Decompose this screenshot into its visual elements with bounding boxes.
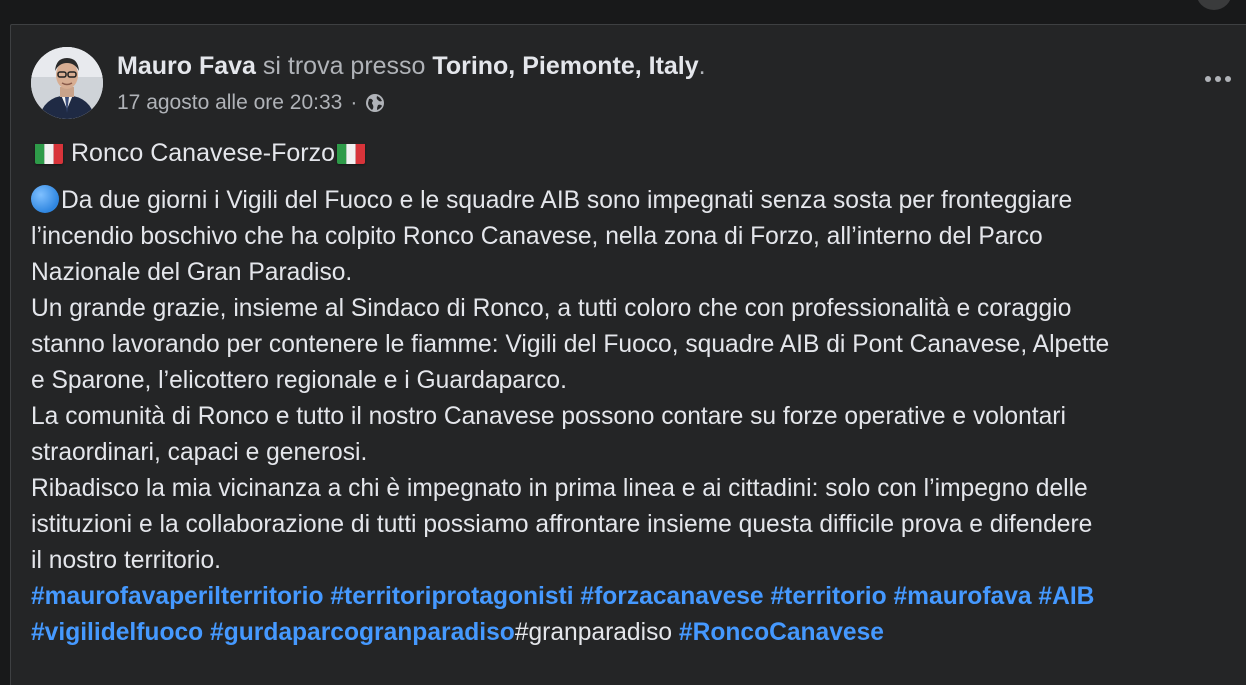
more-dot-icon	[1205, 76, 1211, 82]
body-line: La comunità di Ronco e tutto il nostro C…	[31, 403, 1066, 430]
hashtag-link[interactable]: #maurofava	[893, 583, 1031, 610]
hashtag-plain: #granparadiso	[514, 619, 673, 646]
meta-separator: ·	[350, 91, 358, 114]
more-options-button[interactable]	[1200, 69, 1236, 89]
post-body: Da due giorni i Vigili del Fuoco e le sq…	[31, 183, 1246, 651]
body-line: istituzioni e la collaborazione di tutti…	[31, 511, 1093, 538]
body-line: Da due giorni i Vigili del Fuoco e le sq…	[31, 183, 1246, 219]
location-prefix: si trova presso	[262, 52, 426, 80]
top-avatar-partial[interactable]	[1196, 0, 1232, 10]
more-dot-icon	[1225, 76, 1231, 82]
body-line: Un grande grazie, insieme al Sindaco di …	[31, 295, 1072, 322]
body-line: Nazionale del Gran Paradiso.	[31, 259, 353, 286]
hashtag-line: #vigilidelfuoco #gurdaparcogranparadiso#…	[31, 615, 1246, 651]
author-avatar[interactable]	[31, 47, 103, 119]
globe-icon[interactable]	[365, 93, 385, 113]
hashtag-link[interactable]: #AIB	[1038, 583, 1094, 610]
body-line: il nostro territorio.	[31, 547, 221, 574]
hashtag-link[interactable]: #RoncoCanavese	[679, 619, 884, 646]
body-line: straordinari, capaci e generosi.	[31, 439, 368, 466]
top-strip	[0, 0, 1246, 24]
avatar-photo-icon	[31, 47, 103, 119]
location-suffix: .	[698, 52, 706, 80]
hashtag-link[interactable]: #territoriprotagonisti	[330, 583, 573, 610]
hashtag-link[interactable]: #forzacanavese	[580, 583, 763, 610]
body-line-text: Da due giorni i Vigili del Fuoco e le sq…	[61, 187, 1073, 214]
post-header: Mauro Fava si trova presso Torino, Piemo…	[117, 50, 706, 82]
italy-flag-icon	[337, 142, 366, 164]
post-card: Mauro Fava si trova presso Torino, Piemo…	[10, 24, 1246, 685]
more-dot-icon	[1215, 76, 1221, 82]
hashtag-line: #maurofavaperilterritorio #territoriprot…	[31, 579, 1246, 615]
blue-circle-icon	[31, 185, 59, 213]
body-line: Ribadisco la mia vicinanza a chi è impeg…	[31, 475, 1088, 502]
hashtag-link[interactable]: #vigilidelfuoco	[31, 619, 203, 646]
post-meta: 17 agosto alle ore 20:33 ·	[117, 89, 385, 117]
post-title: Ronco Canavese-Forzo	[31, 137, 369, 169]
hashtag-link[interactable]: #territorio	[770, 583, 886, 610]
italy-flag-icon	[35, 142, 63, 164]
post-title-text: Ronco Canavese-Forzo	[71, 139, 336, 167]
location-link[interactable]: Torino, Piemonte, Italy	[432, 52, 698, 80]
hashtag-link[interactable]: #maurofavaperilterritorio	[31, 583, 323, 610]
body-line: e Sparone, l’elicottero regionale e i Gu…	[31, 367, 567, 394]
author-name[interactable]: Mauro Fava	[117, 52, 256, 80]
body-line: stanno lavorando per contenere le fiamme…	[31, 331, 1110, 358]
body-line: l’incendio boschivo che ha colpito Ronco…	[31, 223, 1043, 250]
hashtag-link[interactable]: #gurdaparcogranparadiso	[210, 619, 515, 646]
post-timestamp[interactable]: 17 agosto alle ore 20:33	[117, 89, 342, 117]
